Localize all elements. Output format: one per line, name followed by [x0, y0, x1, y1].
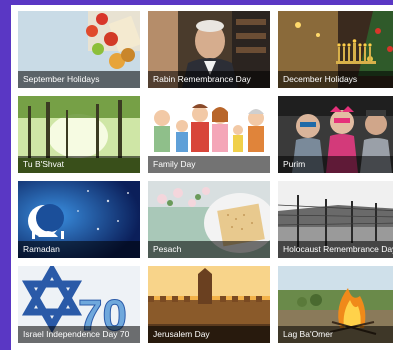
tile-label: Pesach — [148, 241, 270, 258]
tile-jerusalem-day[interactable]: Jerusalem Day — [148, 266, 270, 343]
tile-holocaust-remembrance-day[interactable]: Holocaust Remembrance Day — [278, 181, 393, 258]
tile-label: Purim — [278, 156, 393, 173]
tile-lag-baomer[interactable]: Lag Ba'Omer — [278, 266, 393, 343]
tile-label: Holocaust Remembrance Day — [278, 241, 393, 258]
holiday-gallery-panel: September Holidays Rabin Remembrance Day — [11, 5, 393, 350]
tile-label: September Holidays — [18, 71, 140, 88]
tile-rabin-remembrance-day[interactable]: Rabin Remembrance Day — [148, 11, 270, 88]
tile-pesach[interactable]: Pesach — [148, 181, 270, 258]
tile-label: Ramadan — [18, 241, 140, 258]
tile-label: Israel Independence Day 70 — [18, 326, 140, 343]
tile-label: Lag Ba'Omer — [278, 326, 393, 343]
tile-september-holidays[interactable]: September Holidays — [18, 11, 140, 88]
tile-label: December Holidays — [278, 71, 393, 88]
tile-label: Tu B'Shvat — [18, 156, 140, 173]
tile-december-holidays[interactable]: December Holidays — [278, 11, 393, 88]
tile-family-day[interactable]: Family Day — [148, 96, 270, 173]
tile-label: Jerusalem Day — [148, 326, 270, 343]
tile-label: Rabin Remembrance Day — [148, 71, 270, 88]
tile-label: Family Day — [148, 156, 270, 173]
tile-ramadan[interactable]: Ramadan — [18, 181, 140, 258]
tile-tu-bshvat[interactable]: Tu B'Shvat — [18, 96, 140, 173]
tile-israel-independence-day-70[interactable]: 70 Israel Independence Day 70 — [18, 266, 140, 343]
tile-purim[interactable]: Purim — [278, 96, 393, 173]
